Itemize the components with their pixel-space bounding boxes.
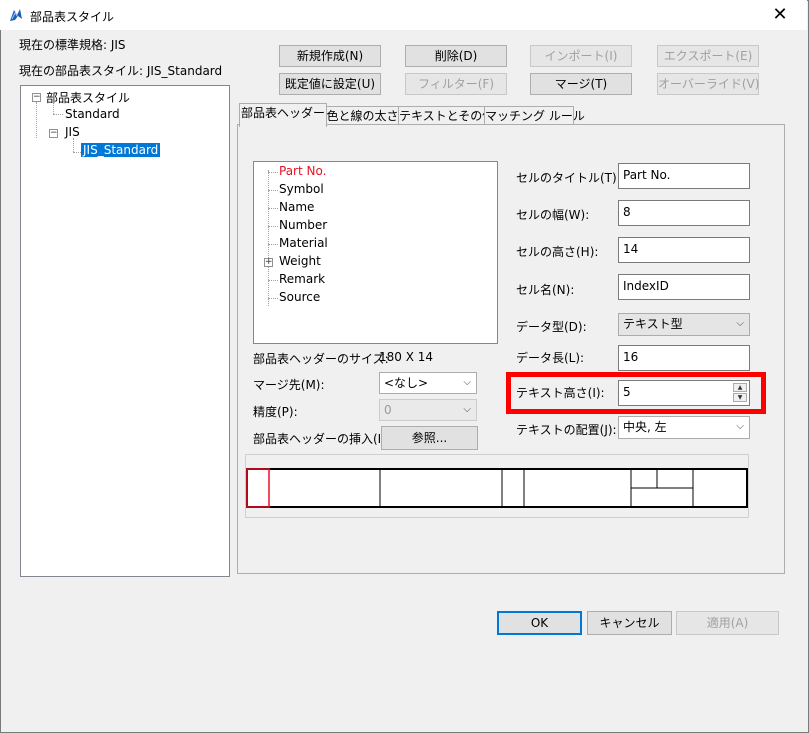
text-height-label: テキスト高さ(I):	[516, 386, 605, 400]
header-item-tree: Part No. Symbol Name Number Material + W…	[253, 161, 498, 344]
tab-bom-header[interactable]: 部品表ヘッダー	[239, 103, 327, 127]
cell-width-label: セルの幅(W):	[516, 208, 590, 222]
cell-height-label: セルの高さ(H):	[516, 245, 599, 259]
spin-up-icon[interactable]: ▲	[733, 383, 747, 392]
app-logo-icon	[10, 9, 22, 21]
filter-button[interactable]: フィルター(F)	[405, 73, 507, 95]
precision-label: 精度(P):	[253, 405, 298, 419]
set-default-button[interactable]: 既定値に設定(U)	[279, 73, 381, 95]
text-height-value: 5	[623, 385, 631, 399]
text-align-value: 中央, 左	[623, 420, 667, 434]
tab-text-other[interactable]: テキストとその他	[398, 106, 494, 126]
header-preview	[245, 454, 749, 518]
tree-connector	[268, 298, 278, 299]
data-type-label: データ型(D):	[516, 320, 587, 334]
chevron-down-icon: ⌵	[463, 404, 471, 415]
header-preview-drawing	[246, 468, 748, 508]
chevron-down-icon: ⌵	[463, 377, 471, 388]
header-item-symbol[interactable]: Symbol	[279, 182, 324, 196]
cell-height-input[interactable]: 14	[618, 237, 750, 263]
chevron-down-icon: ⌵	[736, 318, 744, 329]
ok-button[interactable]: OK	[497, 611, 582, 635]
chevron-down-icon: ⌵	[736, 421, 744, 432]
text-align-label: テキストの配置(J):	[516, 423, 617, 437]
precision-select[interactable]: 0 ⌵	[379, 399, 477, 421]
text-align-select[interactable]: 中央, 左 ⌵	[618, 416, 750, 439]
header-item-source[interactable]: Source	[279, 290, 320, 304]
tree-connector	[36, 102, 37, 138]
tree-item-standard[interactable]: Standard	[65, 107, 120, 121]
header-size-label: 部品表ヘッダーのサイズ:	[253, 352, 389, 366]
tree-item-jis-standard[interactable]: JIS_Standard	[79, 142, 162, 158]
text-height-spinner[interactable]: 5 ▲ ▼	[618, 380, 750, 406]
cell-name-label: セル名(N):	[516, 283, 575, 297]
tree-connector	[268, 190, 278, 191]
insert-header-label: 部品表ヘッダーの挿入(I):	[253, 432, 390, 446]
header-item-remark[interactable]: Remark	[279, 272, 325, 286]
window-title: 部品表スタイル	[30, 10, 115, 24]
header-item-name[interactable]: Name	[279, 200, 314, 214]
cell-width-input[interactable]: 8	[618, 200, 750, 226]
override-button[interactable]: オーバーライド(V)	[657, 73, 759, 95]
apply-button[interactable]: 適用(A)	[676, 611, 779, 635]
export-button[interactable]: エクスポート(E)	[657, 45, 759, 67]
merge-button[interactable]: マージ(T)	[530, 73, 632, 95]
merge-to-select[interactable]: <なし> ⌵	[379, 372, 477, 394]
expand-icon[interactable]: +	[264, 258, 273, 267]
current-style-label: 現在の部品表スタイル: JIS_Standard	[19, 64, 223, 78]
tree-connector	[268, 280, 278, 281]
cell-title-label: セルのタイトル(T):	[516, 171, 621, 185]
tree-connector	[268, 208, 278, 209]
data-type-select[interactable]: テキスト型 ⌵	[618, 313, 750, 336]
cell-title-input[interactable]: Part No.	[618, 163, 750, 189]
tree-connector	[268, 172, 278, 173]
precision-value: 0	[384, 403, 392, 417]
close-icon[interactable]: ✕	[765, 3, 795, 27]
tree-connector	[268, 244, 278, 245]
data-length-label: データ長(L):	[516, 351, 585, 365]
delete-button[interactable]: 削除(D)	[405, 45, 507, 67]
tree-connector	[73, 138, 74, 152]
tree-connector	[53, 102, 54, 114]
browse-button[interactable]: 参照...	[381, 426, 478, 450]
header-item-weight[interactable]: Weight	[279, 254, 321, 268]
style-tree: − 部品表スタイル Standard − JIS JIS_Standard	[20, 85, 230, 577]
header-item-part-no[interactable]: Part No.	[279, 164, 326, 178]
tree-connector	[73, 152, 81, 153]
cell-name-input[interactable]: IndexID	[618, 274, 750, 300]
spin-down-icon[interactable]: ▼	[733, 393, 747, 402]
header-item-number[interactable]: Number	[279, 218, 327, 232]
cancel-button[interactable]: キャンセル	[587, 611, 672, 635]
current-standard-label: 現在の標準規格: JIS	[19, 38, 126, 52]
merge-to-value: <なし>	[384, 376, 429, 390]
tree-item-jis[interactable]: JIS	[65, 125, 80, 139]
tree-connector	[53, 114, 63, 115]
import-button[interactable]: インポート(I)	[530, 45, 632, 67]
new-button[interactable]: 新規作成(N)	[279, 45, 381, 67]
title-bar: 部品表スタイル ✕	[0, 0, 807, 30]
tree-connector	[268, 226, 278, 227]
data-type-value: テキスト型	[623, 317, 683, 331]
data-length-input[interactable]: 16	[618, 345, 750, 371]
header-item-material[interactable]: Material	[279, 236, 328, 250]
merge-to-label: マージ先(M):	[253, 378, 325, 392]
header-size-value: 180 X 14	[379, 350, 434, 364]
collapse-icon[interactable]: −	[49, 129, 58, 138]
tree-item-root[interactable]: 部品表スタイル	[46, 89, 130, 106]
tab-matching-rule[interactable]: マッチング ルール	[484, 106, 585, 126]
tab-color-line[interactable]: 色と線の太さ	[325, 106, 400, 126]
collapse-icon[interactable]: −	[32, 93, 41, 102]
